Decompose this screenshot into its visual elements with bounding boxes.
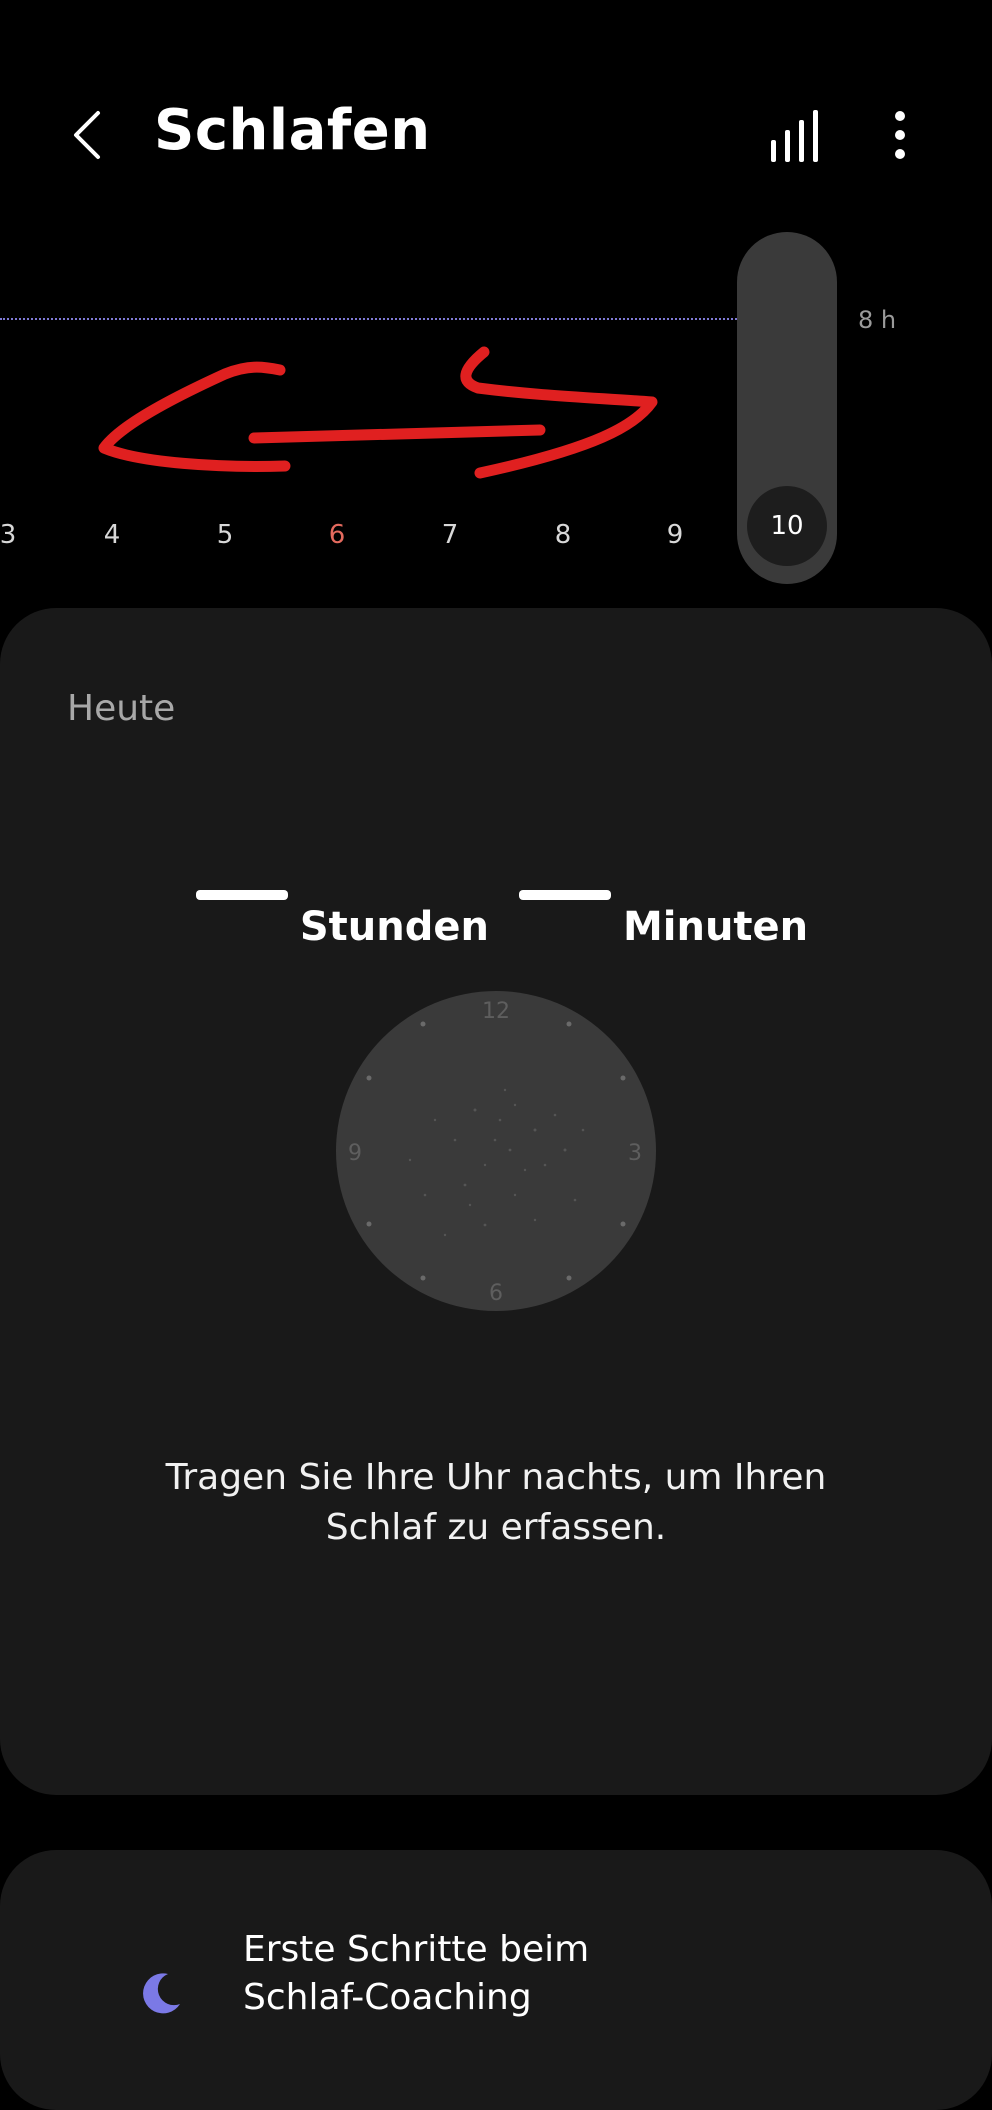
hours-unit: Stunden — [299, 904, 489, 950]
bar-chart-icon — [771, 110, 818, 162]
card-date-label: Heute — [67, 688, 176, 729]
page-title: Schlafen — [154, 98, 431, 163]
hint-line-2: Schlaf zu erfassen. — [325, 1507, 667, 1548]
red-arrow-annotation — [98, 346, 658, 479]
minutes-placeholder — [518, 890, 611, 900]
hint-line-1: Tragen Sie Ihre Uhr nachts, um Ihren — [165, 1457, 827, 1498]
more-vertical-icon — [895, 111, 905, 159]
coaching-line-2: Schlaf-Coaching — [243, 1977, 532, 2018]
sleep-goal-line — [0, 318, 740, 320]
clock-number-6: 6 — [489, 1281, 503, 1306]
sleep-duration: Stunden Minuten — [0, 890, 992, 950]
more-options-button[interactable] — [870, 100, 930, 170]
selected-day-badge[interactable]: 10 — [747, 486, 827, 566]
today-sleep-card[interactable]: Heute Stunden Minuten 12 3 6 9 Tragen Sie… — [0, 608, 992, 1795]
chevron-left-icon — [74, 111, 100, 159]
hours-placeholder — [195, 890, 288, 900]
sleep-clock-icon: 12 3 6 9 — [336, 991, 656, 1311]
minutes-unit: Minuten — [622, 904, 809, 950]
sleep-coaching-card[interactable]: Erste Schritte beim Schlaf-Coaching — [0, 1850, 992, 2110]
day-label[interactable]: 8 — [543, 520, 583, 550]
moon-icon — [143, 1973, 180, 2014]
statistics-button[interactable] — [760, 100, 830, 170]
clock-number-12: 12 — [482, 999, 510, 1024]
app-header: Schlafen — [0, 0, 992, 230]
day-label[interactable]: 7 — [430, 520, 470, 550]
clock-number-9: 9 — [348, 1141, 362, 1166]
clock-number-3: 3 — [628, 1141, 642, 1166]
sleep-history-chart[interactable]: 8 h 3 4 5 6 7 8 9 10 — [0, 230, 992, 600]
day-label[interactable]: 3 — [0, 520, 28, 550]
day-label[interactable]: 9 — [655, 520, 695, 550]
coaching-title: Erste Schritte beim Schlaf-Coaching — [243, 1926, 589, 2022]
day-label[interactable]: 5 — [205, 520, 245, 550]
day-label[interactable]: 4 — [92, 520, 132, 550]
back-button[interactable] — [58, 100, 118, 170]
sleep-goal-label: 8 h — [858, 306, 897, 334]
coaching-line-1: Erste Schritte beim — [243, 1929, 590, 1970]
day-label-today[interactable]: 6 — [317, 520, 357, 550]
wear-watch-hint: Tragen Sie Ihre Uhr nachts, um Ihren Sch… — [0, 1453, 992, 1553]
